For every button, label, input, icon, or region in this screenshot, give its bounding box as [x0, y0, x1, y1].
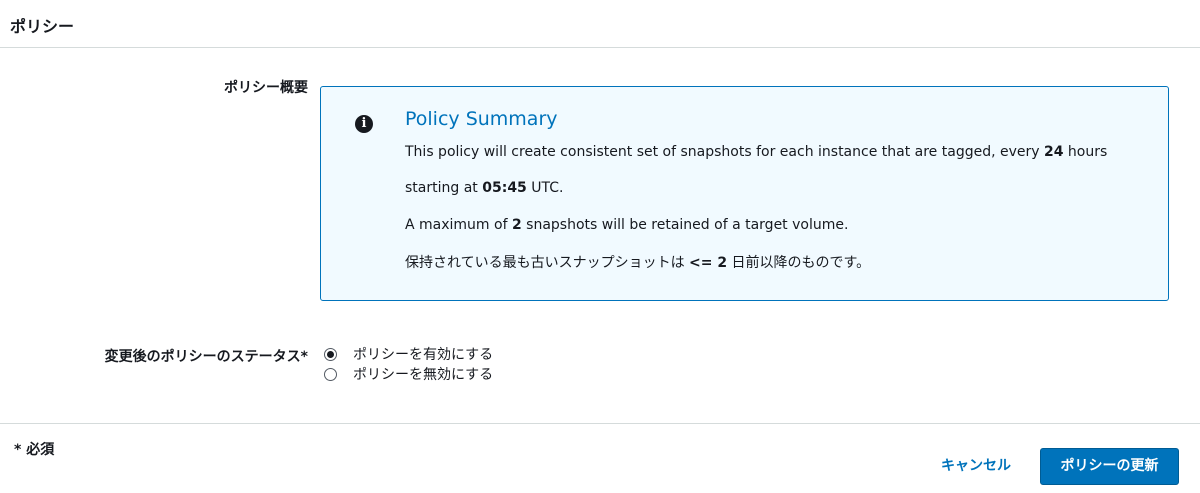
info-icon: i [355, 115, 373, 133]
radio-button-unchecked[interactable] [324, 367, 337, 381]
radio-enable-label: ポリシーを有効にする [353, 347, 494, 363]
radio-disable-label: ポリシーを無効にする [353, 367, 494, 383]
radio-button-checked[interactable] [324, 347, 337, 361]
summary-line-oldest: 保持されている最も古いスナップショットは <= 2 日前以降のものです。 [405, 255, 871, 271]
policy-status-radio-group: ポリシーを有効にする ポリシーを無効にする [324, 344, 493, 384]
summary-line-retention: A maximum of 2 snapshots will be retaine… [405, 217, 849, 233]
summary-line-start-time: starting at 05:45 UTC. [405, 180, 564, 196]
section-title: ポリシー [10, 17, 75, 36]
policy-summary-label: ポリシー概要 [224, 80, 308, 96]
footer-divider [0, 423, 1200, 424]
radio-enable-policy[interactable]: ポリシーを有効にする [324, 344, 493, 364]
cancel-button[interactable]: キャンセル [941, 456, 1011, 476]
update-policy-button[interactable]: ポリシーの更新 [1040, 448, 1179, 485]
section-header: ポリシー [0, 0, 1200, 48]
required-note: * 必須 [14, 442, 55, 458]
policy-summary-box: i Policy Summary This policy will create… [320, 86, 1169, 301]
policy-summary-title: Policy Summary [405, 108, 558, 130]
summary-line-schedule: This policy will create consistent set o… [405, 144, 1108, 160]
policy-status-label: 変更後のポリシーのステータス* [104, 349, 308, 365]
radio-disable-policy[interactable]: ポリシーを無効にする [324, 364, 493, 384]
